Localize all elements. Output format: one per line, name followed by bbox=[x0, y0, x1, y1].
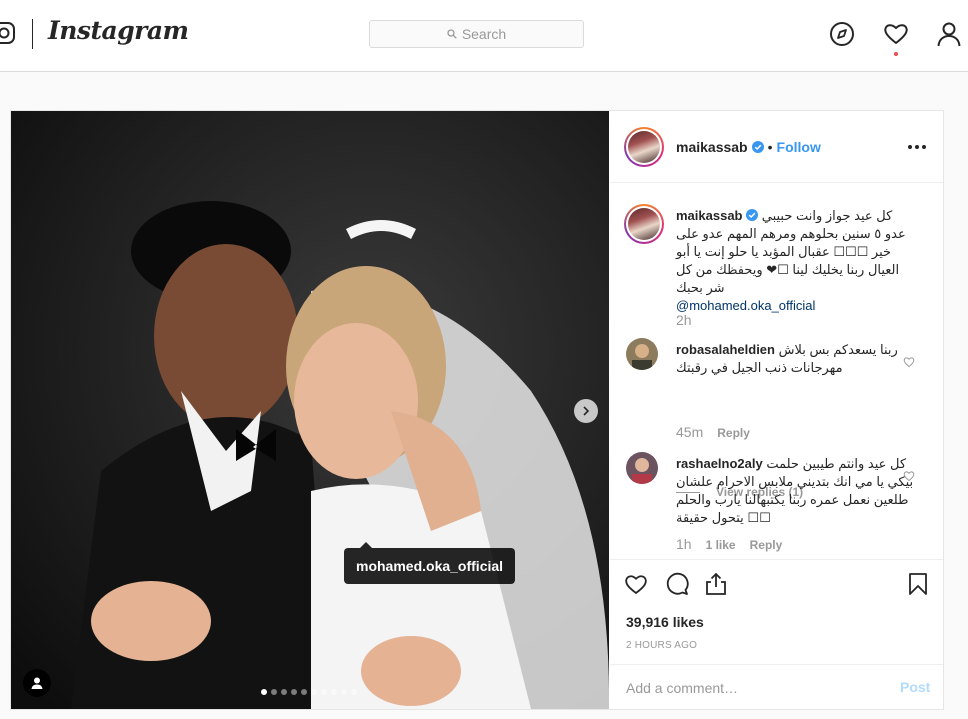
comment-bubble-icon[interactable] bbox=[665, 572, 689, 596]
comment-1-meta: 45m Reply bbox=[676, 424, 750, 440]
comment-1-time[interactable]: 45m bbox=[676, 424, 703, 440]
post-actions: 39,916 likes 2 HOURS AGO Post bbox=[610, 559, 943, 709]
caption-time[interactable]: 2h bbox=[676, 312, 692, 328]
carousel-dot bbox=[341, 689, 347, 695]
add-comment-area: Post bbox=[610, 664, 943, 710]
caption-mention-link[interactable]: @mohamed.oka_official bbox=[676, 298, 815, 313]
carousel-dot bbox=[271, 689, 277, 695]
top-navigation-bar: Instagram Search bbox=[0, 0, 968, 72]
carousel-dot bbox=[291, 689, 297, 695]
post-timestamp[interactable]: 2 HOURS AGO bbox=[626, 640, 697, 651]
search-placeholder: Search bbox=[461, 26, 507, 42]
search-box[interactable]: Search bbox=[369, 20, 584, 48]
tagged-users-button[interactable] bbox=[23, 669, 51, 697]
instagram-camera-icon[interactable] bbox=[0, 21, 16, 45]
comment-2-username[interactable]: rashaelno2aly bbox=[676, 456, 763, 471]
carousel-dot bbox=[311, 689, 317, 695]
caption: maikassab كل عيد جواز وانت حبيبي عدو ٥ س… bbox=[676, 207, 916, 315]
person-tag-icon bbox=[31, 677, 43, 689]
comment-2: rashaelno2aly كل عيد وانتم طيبين حلمت بي… bbox=[676, 455, 916, 527]
post-comment-button[interactable]: Post bbox=[900, 679, 930, 695]
post-photo[interactable]: mohamed.oka_official bbox=[11, 111, 609, 709]
post-card: mohamed.oka_official maikassab • Follow … bbox=[10, 110, 944, 710]
post-sidebar: maikassab • Follow maikassab كل عيد جواز… bbox=[610, 111, 943, 709]
search-icon bbox=[447, 29, 457, 39]
author-avatar[interactable] bbox=[624, 127, 664, 167]
like-comment-heart-icon[interactable] bbox=[903, 470, 915, 482]
commenter-avatar[interactable] bbox=[626, 452, 658, 484]
author-username[interactable]: maikassab bbox=[676, 139, 748, 155]
caption-avatar[interactable] bbox=[624, 204, 664, 244]
carousel-indicator bbox=[261, 689, 357, 695]
carousel-dot bbox=[301, 689, 307, 695]
carousel-next-button[interactable] bbox=[574, 399, 598, 423]
commenter-avatar[interactable] bbox=[626, 338, 658, 370]
like-comment-heart-icon[interactable] bbox=[903, 356, 915, 368]
add-comment-input[interactable] bbox=[626, 677, 876, 699]
notification-dot bbox=[894, 52, 898, 56]
likes-count[interactable]: 39,916 likes bbox=[626, 614, 704, 630]
photo-user-tag[interactable]: mohamed.oka_official bbox=[344, 542, 516, 584]
profile-person-icon[interactable] bbox=[936, 21, 962, 47]
post-author-line: maikassab • Follow bbox=[676, 139, 821, 155]
comments-list[interactable]: maikassab كل عيد جواز وانت حبيبي عدو ٥ س… bbox=[610, 184, 943, 558]
comment-1-username[interactable]: robasalaheldien bbox=[676, 342, 775, 357]
carousel-dot bbox=[351, 689, 357, 695]
comment-1: robasalaheldien ربنا يسعدكم بس بلاش مهرج… bbox=[676, 341, 916, 377]
chevron-right-icon bbox=[583, 406, 590, 416]
carousel-dot bbox=[261, 689, 267, 695]
caption-username[interactable]: maikassab bbox=[676, 208, 743, 223]
follow-button[interactable]: Follow bbox=[777, 139, 821, 155]
wedding-photo-illustration bbox=[11, 111, 609, 709]
instagram-wordmark[interactable]: Instagram bbox=[48, 16, 189, 45]
comment-2-reply-button[interactable]: Reply bbox=[750, 538, 783, 552]
activity-heart-icon[interactable] bbox=[883, 21, 909, 47]
save-bookmark-icon[interactable] bbox=[906, 572, 930, 596]
brand-separator bbox=[32, 19, 33, 49]
comment-2-likes[interactable]: 1 like bbox=[706, 538, 736, 552]
post-header: maikassab • Follow bbox=[610, 111, 943, 183]
carousel-dot bbox=[321, 689, 327, 695]
comment-2-time[interactable]: 1h bbox=[676, 536, 692, 552]
caption-meta: 2h bbox=[676, 312, 692, 328]
share-icon[interactable] bbox=[704, 572, 728, 596]
carousel-dot bbox=[281, 689, 287, 695]
comment-2-meta: 1h 1 like Reply bbox=[676, 536, 782, 552]
more-options-icon[interactable] bbox=[908, 145, 926, 149]
verified-badge-icon bbox=[746, 209, 759, 221]
carousel-dot bbox=[331, 689, 337, 695]
explore-compass-icon[interactable] bbox=[829, 21, 855, 47]
comment-1-reply-button[interactable]: Reply bbox=[717, 426, 750, 440]
like-heart-icon[interactable] bbox=[624, 572, 648, 596]
verified-badge-icon bbox=[751, 141, 764, 153]
separator-dot: • bbox=[767, 139, 773, 155]
